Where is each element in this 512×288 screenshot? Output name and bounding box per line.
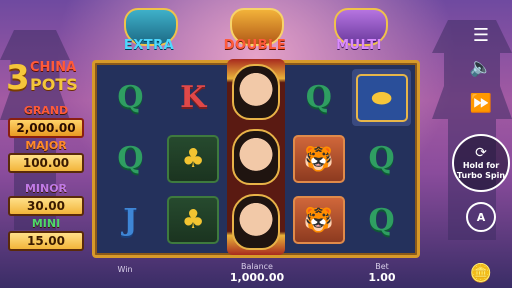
princess-icon [232,63,280,120]
pot-extra-label: EXTRA [123,38,175,53]
menu-button[interactable]: ☰ [466,20,496,50]
wild-reel [227,59,285,255]
symbol-q: Q [368,141,395,177]
bonsai-tree-icon: ♣ [167,134,220,183]
reel-cell: ♣ [164,192,223,249]
logo-three: 3 [6,58,30,98]
symbol-k: K [180,80,207,116]
jackpot-minor-value: 30.00 [8,196,84,216]
symbol-q: Q [117,80,144,116]
jackpot-mini-value: 15.00 [8,231,84,251]
bet-button[interactable]: 🪙 [466,258,496,288]
gold-ingot-icon: ⬬ [355,73,408,122]
reel-cell: K [164,69,223,126]
reel-cell: Q [352,192,411,249]
tiger-icon: 🐯 [292,196,345,245]
reel-cell: 🐯 [289,192,348,249]
pot-double-label: DOUBLE [223,38,287,53]
jackpot-grand: GRAND 2,000.00 [8,104,84,138]
hamburger-icon: ☰ [472,24,490,46]
symbol-q: Q [305,80,332,116]
reel-cell: Q [289,69,348,126]
autoplay-label: A [476,210,486,224]
jackpot-mini: MINI 15.00 [8,217,84,251]
balance-value: 1,000.00 [229,271,285,284]
jackpot-minor-label: MINOR [24,182,68,195]
pot-extra: EXTRA [116,0,182,53]
jackpot-minor: MINOR 30.00 [8,182,84,216]
game-logo: 3 CHINA POTS [6,58,88,98]
refresh-icon: ⟳ [475,145,487,161]
turbo-button[interactable]: ⏩ [466,88,496,118]
jackpot-major-label: MAJOR [25,139,67,152]
win-label: Win [117,265,133,274]
symbol-j: J [123,202,138,238]
spin-hint: Hold for Turbo Spin [456,161,506,180]
reel-cell: ⬬ [352,69,411,127]
win-display: Win [110,265,140,274]
reel-cell: 🐯 [289,130,348,187]
bet-value: 1.00 [368,271,396,284]
tiger-icon: 🐯 [292,134,345,183]
sound-button[interactable]: 🔈 [466,52,496,82]
reel-cell: ♣ [164,130,223,187]
reel-cell: Q [101,130,160,187]
balance-display: Balance 1,000.00 [222,262,292,284]
jackpot-grand-label: GRAND [23,104,69,117]
speaker-icon: 🔈 [469,56,493,78]
logo-china: CHINA [30,60,77,75]
balance-label: Balance [241,262,273,271]
spin-button[interactable]: ⟳ Hold for Turbo Spin [452,134,510,192]
autoplay-button[interactable]: A [466,202,496,232]
jackpot-grand-value: 2,000.00 [8,118,84,138]
pot-multi: MULTI [326,0,392,53]
pot-double: DOUBLE [222,0,288,53]
princess-icon [232,194,280,251]
jackpot-major: MAJOR 100.00 [8,139,84,173]
fast-forward-icon: ⏩ [469,92,493,114]
symbol-q: Q [117,141,144,177]
bet-display: Bet 1.00 [362,262,402,284]
reel-cell: Q [352,130,411,187]
reel-cell: Q [101,69,160,126]
jackpot-major-value: 100.00 [8,153,84,173]
bonsai-tree-icon: ♣ [167,196,220,245]
bet-label: Bet [375,262,389,271]
reel-cell: J [101,192,160,249]
princess-icon [232,128,280,185]
pot-multi-label: MULTI [336,38,382,53]
logo-pots: POTS [30,75,78,94]
jackpot-mini-label: MINI [31,217,61,230]
coin-stack-icon: 🪙 [469,262,493,284]
symbol-q: Q [368,202,395,238]
reel-area: Q K Q ⬬ Q ♣ 🐯 Q J ♣ 🐯 Q [92,59,420,258]
